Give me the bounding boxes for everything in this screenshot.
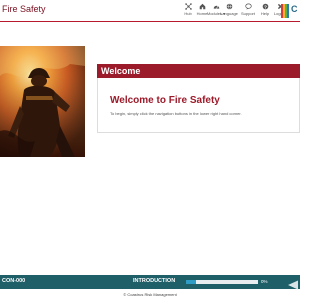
brand-letter: C [291,4,298,14]
firefighter-photo [0,46,85,157]
language-icon [226,3,232,10]
firefighter-in-flames-image [0,46,85,157]
back-button[interactable] [287,277,299,290]
top-header: Fire Safety Hub Home Modules ▾ Language … [0,0,300,22]
section-title: INTRODUCTION [133,278,176,284]
support-icon [244,3,252,10]
brand-color-bars [281,4,289,18]
course-code: CON-000 [2,278,26,284]
back-arrow-icon [288,280,298,290]
welcome-panel: Welcome to Fire Safety To begin, simply … [97,78,300,133]
svg-text:?: ? [264,4,267,9]
header-divider [0,21,300,22]
course-footer-bar: CON-000 INTRODUCTION 0% [0,275,300,289]
welcome-instructions: To begin, simply click the navigation bu… [110,111,242,116]
brand-bar-blue [287,4,289,18]
app-title: Fire Safety [2,4,46,14]
progress-fill [186,280,197,284]
copyright-text: © Coastrus Risk Management [123,292,177,297]
welcome-title-bar: Welcome [97,64,300,78]
progress-bar [186,280,258,284]
brand-logo: C [280,3,300,19]
progress-percent: 0% [261,279,268,284]
welcome-heading: Welcome to Fire Safety [110,95,220,106]
